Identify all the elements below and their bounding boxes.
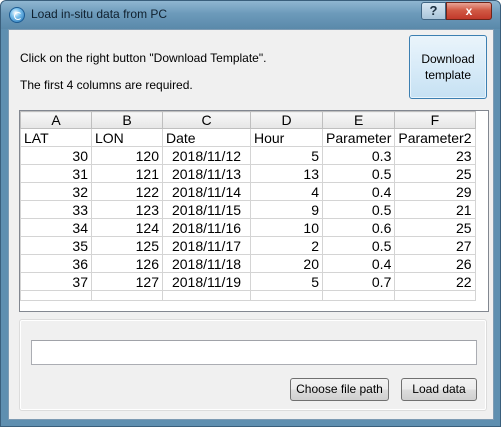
table-cell[interactable] xyxy=(394,290,476,301)
table-cell[interactable]: 27 xyxy=(394,236,476,255)
table-cell[interactable]: 34 xyxy=(20,218,92,237)
column-header-b[interactable]: B xyxy=(91,111,163,129)
table-cell[interactable]: 9 xyxy=(250,200,323,219)
dialog-window: Load in-situ data from PC ? x Click on t… xyxy=(0,0,501,427)
table-cell[interactable]: Parameter xyxy=(321,128,396,147)
table-row: 32 122 2018/11/14 4 0.4 29 xyxy=(20,182,476,201)
table-cell[interactable]: 35 xyxy=(20,236,92,255)
load-data-button[interactable]: Load data xyxy=(401,378,477,401)
field-name-row: LAT LON Date Hour Parameter Parameter2 xyxy=(20,128,476,147)
table-cell[interactable] xyxy=(91,290,163,301)
table-cell[interactable]: 22 xyxy=(394,272,476,291)
table-row: 34 124 2018/11/16 10 0.6 25 xyxy=(20,218,476,237)
table-row: 31 121 2018/11/13 13 0.5 25 xyxy=(20,164,476,183)
table-cell[interactable]: 0.4 xyxy=(321,182,396,201)
table-cell[interactable]: 26 xyxy=(394,254,476,273)
app-globe-icon xyxy=(9,7,25,23)
table-cell[interactable]: 25 xyxy=(394,164,476,183)
table-cell[interactable]: 2018/11/12 xyxy=(162,146,251,165)
table-cell[interactable]: 125 xyxy=(91,236,163,255)
table-cell[interactable]: Hour xyxy=(250,128,323,147)
table-cell[interactable]: 31 xyxy=(20,164,92,183)
table-cell[interactable] xyxy=(250,290,323,301)
table-row: 37 127 2018/11/19 5 0.7 22 xyxy=(20,272,476,291)
table-cell[interactable]: 127 xyxy=(91,272,163,291)
column-header-c[interactable]: C xyxy=(162,111,251,129)
table-cell[interactable]: 21 xyxy=(394,200,476,219)
table-cell[interactable]: 124 xyxy=(91,218,163,237)
table-cell[interactable]: 0.5 xyxy=(321,236,396,255)
table-row: 35 125 2018/11/17 2 0.5 27 xyxy=(20,236,476,255)
table-cell[interactable]: 36 xyxy=(20,254,92,273)
table-cell[interactable] xyxy=(162,290,251,301)
table-cell[interactable] xyxy=(20,290,92,301)
table-cell[interactable]: 0.6 xyxy=(321,218,396,237)
table-cell[interactable]: Parameter2 xyxy=(394,128,476,147)
table-cell[interactable]: 32 xyxy=(20,182,92,201)
instruction-required-columns: The first 4 columns are required. xyxy=(20,78,193,92)
close-button[interactable]: x xyxy=(446,2,492,20)
help-button[interactable]: ? xyxy=(421,2,446,20)
file-selection-group: Choose file path Load data xyxy=(19,319,487,411)
instruction-download: Click on the right button "Download Temp… xyxy=(20,51,267,65)
table-cell[interactable]: LAT xyxy=(20,128,92,147)
column-header-f[interactable]: F xyxy=(394,111,476,129)
table-cell[interactable]: 30 xyxy=(20,146,92,165)
table-cell[interactable]: 2 xyxy=(250,236,323,255)
table-cell[interactable]: 120 xyxy=(91,146,163,165)
table-cell[interactable]: 0.7 xyxy=(321,272,396,291)
table-cell[interactable]: 23 xyxy=(394,146,476,165)
column-header-d[interactable]: D xyxy=(250,111,323,129)
choose-file-path-button[interactable]: Choose file path xyxy=(290,378,389,401)
table-cell[interactable] xyxy=(321,290,396,301)
data-grid[interactable]: A B C D E F LAT LON Date Hour Parameter xyxy=(19,110,489,312)
empty-table-row xyxy=(20,290,476,301)
table-row: 33 123 2018/11/15 9 0.5 21 xyxy=(20,200,476,219)
table-cell[interactable]: 0.3 xyxy=(321,146,396,165)
table-cell[interactable]: 2018/11/17 xyxy=(162,236,251,255)
column-header-e[interactable]: E xyxy=(321,111,396,129)
table-cell[interactable]: 29 xyxy=(394,182,476,201)
table-cell[interactable]: LON xyxy=(91,128,163,147)
table-cell[interactable]: 122 xyxy=(91,182,163,201)
table-cell[interactable]: 2018/11/16 xyxy=(162,218,251,237)
table-cell[interactable]: 5 xyxy=(250,146,323,165)
column-header-a[interactable]: A xyxy=(20,111,92,129)
table-cell[interactable]: 0.5 xyxy=(321,164,396,183)
title-bar[interactable]: Load in-situ data from PC ? x xyxy=(1,1,500,29)
table-cell[interactable]: 4 xyxy=(250,182,323,201)
file-path-input[interactable] xyxy=(31,340,477,365)
table-cell[interactable]: 2018/11/14 xyxy=(162,182,251,201)
table-cell[interactable]: 37 xyxy=(20,272,92,291)
table-row: 30 120 2018/11/12 5 0.3 23 xyxy=(20,146,476,165)
data-table: A B C D E F LAT LON Date Hour Parameter xyxy=(20,111,476,301)
table-cell[interactable]: Date xyxy=(162,128,251,147)
table-cell[interactable]: 33 xyxy=(20,200,92,219)
download-template-button[interactable]: Download template xyxy=(409,35,487,99)
table-cell[interactable]: 126 xyxy=(91,254,163,273)
dialog-body: Click on the right button "Download Temp… xyxy=(8,29,494,420)
table-cell[interactable]: 2018/11/15 xyxy=(162,200,251,219)
table-cell[interactable]: 25 xyxy=(394,218,476,237)
table-cell[interactable]: 0.4 xyxy=(321,254,396,273)
table-cell[interactable]: 5 xyxy=(250,272,323,291)
table-row: 36 126 2018/11/18 20 0.4 26 xyxy=(20,254,476,273)
table-cell[interactable]: 0.5 xyxy=(321,200,396,219)
table-cell[interactable]: 121 xyxy=(91,164,163,183)
window-title: Load in-situ data from PC xyxy=(31,7,168,21)
column-letter-row: A B C D E F xyxy=(20,111,476,129)
table-cell[interactable]: 2018/11/13 xyxy=(162,164,251,183)
table-cell[interactable]: 123 xyxy=(91,200,163,219)
table-cell[interactable]: 2018/11/19 xyxy=(162,272,251,291)
table-cell[interactable]: 10 xyxy=(250,218,323,237)
table-cell[interactable]: 2018/11/18 xyxy=(162,254,251,273)
table-cell[interactable]: 20 xyxy=(250,254,323,273)
table-cell[interactable]: 13 xyxy=(250,164,323,183)
